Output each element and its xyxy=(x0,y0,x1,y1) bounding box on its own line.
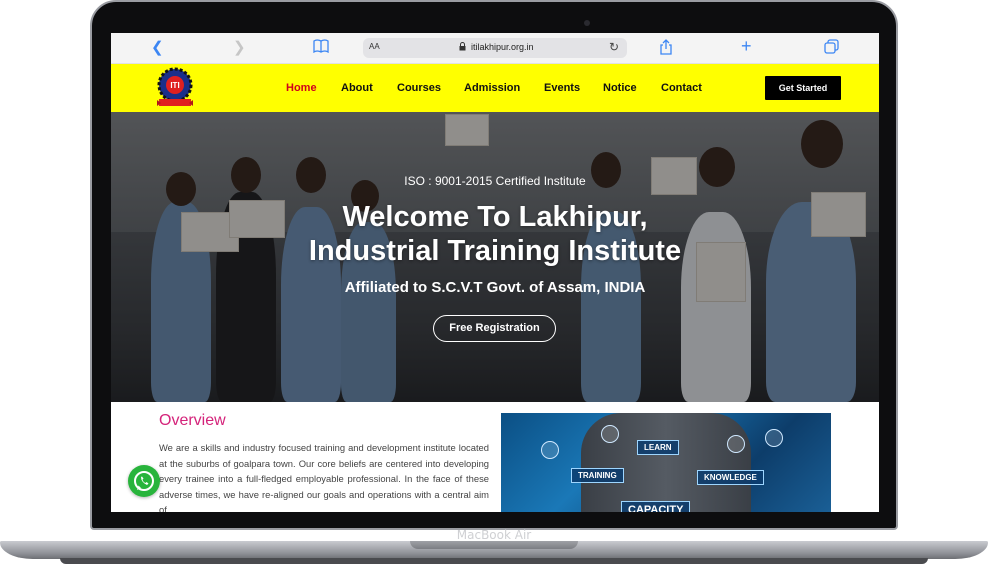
people-icon xyxy=(541,441,559,459)
whatsapp-button[interactable] xyxy=(128,465,160,497)
bookmarks-icon[interactable] xyxy=(313,39,329,58)
new-tab-icon[interactable]: + xyxy=(741,37,752,55)
url-text: itilakhipur.org.in xyxy=(471,42,534,52)
back-icon[interactable]: ❮ xyxy=(151,39,164,57)
address-bar[interactable]: AA itilakhipur.org.in ↻ xyxy=(363,38,627,58)
nav-notice[interactable]: Notice xyxy=(603,82,637,94)
site-navbar: ITI Home About Courses Admission Events … xyxy=(111,64,879,112)
globe-icon xyxy=(601,425,619,443)
get-started-button[interactable]: Get Started xyxy=(765,76,841,100)
macbook-device: ❮ ❯ AA itilakhipur.org.in ↻ + ITI Home A… xyxy=(0,0,988,568)
toggle-icon xyxy=(765,429,783,447)
overview-text: We are a skills and industry focused tra… xyxy=(159,442,489,512)
text-size-button[interactable]: AA xyxy=(369,42,380,51)
hero-title-line-2: Industrial Training Institute xyxy=(308,235,682,267)
forward-icon[interactable]: ❯ xyxy=(233,39,246,57)
whatsapp-icon xyxy=(134,471,154,491)
nav-courses[interactable]: Courses xyxy=(397,82,441,94)
overview-heading: Overview xyxy=(159,412,226,429)
hero-subtitle: Affiliated to S.C.V.T Govt. of Assam, IN… xyxy=(344,279,646,296)
nav-home[interactable]: Home xyxy=(286,82,317,94)
hero-title-line-1: Welcome To Lakhipur, xyxy=(342,201,648,233)
browser-screen: ❮ ❯ AA itilakhipur.org.in ↻ + ITI Home A… xyxy=(111,33,879,512)
device-label: MacBook Air xyxy=(456,528,532,542)
iso-certification-text: ISO : 9001-2015 Certified Institute xyxy=(404,174,586,188)
browser-toolbar: ❮ ❯ AA itilakhipur.org.in ↻ + xyxy=(111,33,879,64)
free-registration-button[interactable]: Free Registration xyxy=(433,315,556,342)
hero-title: Welcome To Lakhipur, Industrial Training… xyxy=(111,200,879,268)
learn-tag: LEARN xyxy=(637,440,679,455)
nav-about[interactable]: About xyxy=(341,82,373,94)
lock-icon xyxy=(459,42,466,53)
base-bottom xyxy=(60,558,928,564)
lid-notch xyxy=(410,541,578,549)
reload-icon[interactable]: ↻ xyxy=(609,40,619,54)
tabs-icon[interactable] xyxy=(824,39,839,59)
nav-admission[interactable]: Admission xyxy=(464,82,520,94)
iti-logo[interactable]: ITI xyxy=(153,67,197,109)
training-tag: TRAINING xyxy=(571,468,624,483)
camera-icon xyxy=(584,20,590,26)
overview-image: LEARN TRAINING KNOWLEDGE CAPACITY xyxy=(501,413,831,512)
share-icon[interactable] xyxy=(659,39,673,60)
gear-icon xyxy=(727,435,745,453)
logo-text: ITI xyxy=(170,81,179,90)
knowledge-tag: KNOWLEDGE xyxy=(697,470,764,485)
hero-section: ISO : 9001-2015 Certified Institute Welc… xyxy=(111,112,879,402)
nav-events[interactable]: Events xyxy=(544,82,580,94)
capacity-tag: CAPACITY xyxy=(621,501,691,512)
nav-contact[interactable]: Contact xyxy=(661,82,702,94)
